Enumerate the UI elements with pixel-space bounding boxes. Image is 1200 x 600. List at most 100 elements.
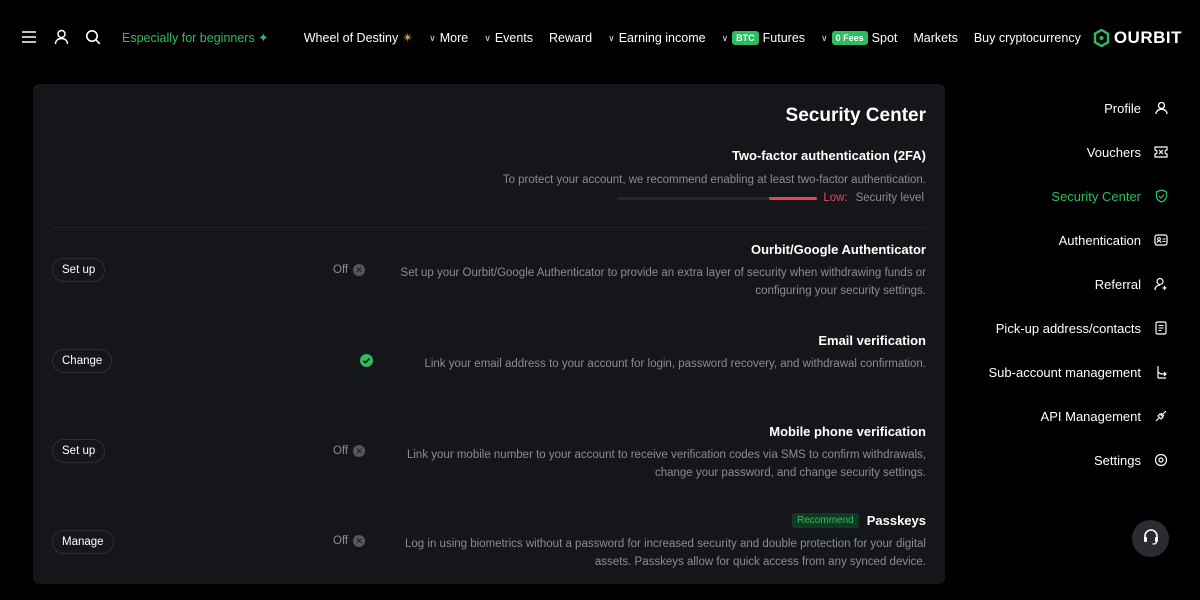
sidebar-item-pickup-address[interactable]: Pick-up address/contacts <box>968 306 1168 350</box>
nav-earning-income[interactable]: ∨ Earning income <box>608 31 705 45</box>
sidebar-item-label: Security Center <box>1051 188 1141 204</box>
status-text: Off <box>333 445 349 457</box>
nav-markets[interactable]: Markets <box>913 31 957 45</box>
sidebar-item-label: Referral <box>1094 276 1141 292</box>
security-row-passkeys: Manage Off ✕ Recommend Passkeys Log in u… <box>33 513 945 584</box>
email-title: Email verification <box>818 333 926 348</box>
nav-buy-crypto[interactable]: Buy cryptocurrency <box>974 31 1081 45</box>
nav-reward[interactable]: Reward <box>549 31 592 45</box>
sidebar-item-authentication[interactable]: Authentication <box>968 218 1168 262</box>
authenticator-info: Ourbit/Google Authenticator Set up your … <box>396 242 926 300</box>
nav-wheel-label: Wheel of Destiny <box>303 31 399 45</box>
sub-account-icon <box>1154 365 1168 379</box>
passkeys-manage-button[interactable]: Manage <box>52 530 114 554</box>
chevron-down-icon: ∨ <box>429 32 436 43</box>
security-level: Low: Security level <box>617 192 924 204</box>
email-change-button[interactable]: Change <box>52 349 113 373</box>
nav-events-label: Events <box>494 31 534 45</box>
customer-support-button[interactable] <box>1132 520 1169 557</box>
email-status <box>333 354 373 367</box>
off-x-icon: ✕ <box>353 535 366 547</box>
phone-info: Mobile phone verification Link your mobi… <box>396 424 926 482</box>
sidebar-item-settings[interactable]: Settings <box>968 438 1168 482</box>
security-level-fill <box>769 196 818 200</box>
chevron-down-icon: ∨ <box>721 32 729 43</box>
off-x-icon: ✕ <box>353 445 366 457</box>
sidebar-item-label: API Management <box>1040 408 1141 424</box>
nav-earning-label: Earning income <box>618 31 706 45</box>
phone-description: Link your mobile number to your account … <box>406 449 926 479</box>
nav-spot-label: Spot <box>871 31 898 45</box>
beginners-link[interactable]: Especially for beginners ✦ <box>122 30 269 45</box>
sidebar-item-vouchers[interactable]: Vouchers <box>968 130 1168 174</box>
sidebar-item-label: Sub-account management <box>988 364 1141 380</box>
chevron-down-icon: ∨ <box>608 32 615 43</box>
sidebar-item-sub-account[interactable]: Sub-account management <box>968 350 1168 394</box>
recommend-badge: Recommend <box>792 513 859 528</box>
nav-spot[interactable]: ∨ 0 Fees Spot <box>821 31 897 45</box>
sidebar-item-label: Profile <box>1104 100 1141 116</box>
nav-markets-label: Markets <box>913 31 958 45</box>
user-icon[interactable] <box>52 27 70 47</box>
sidebar-item-profile[interactable]: Profile <box>968 86 1168 130</box>
sparkle-icon: ✴ <box>402 30 414 45</box>
referral-icon <box>1154 277 1168 291</box>
shield-icon <box>1154 189 1168 203</box>
settings-icon <box>1154 453 1168 467</box>
search-icon[interactable] <box>84 27 102 47</box>
nav-futures-label: Futures <box>762 31 806 45</box>
top-navigation: Especially for beginners ✦ Wheel of Dest… <box>0 0 1200 76</box>
security-level-bar <box>617 196 818 200</box>
check-icon <box>360 354 373 367</box>
logo-text: OURBIT <box>1113 28 1182 47</box>
user-icon <box>1154 101 1168 115</box>
twofa-description: To protect your account, we recommend en… <box>502 174 926 186</box>
nav-events[interactable]: ∨ Events <box>484 31 533 45</box>
passkeys-status: Off ✕ <box>333 535 366 547</box>
authenticator-title: Ourbit/Google Authenticator <box>750 242 926 257</box>
sidebar-item-api-management[interactable]: API Management <box>968 394 1168 438</box>
nav-right-group: Wheel of Destiny ✴ ∨ More ∨ Events Rewar… <box>288 24 1182 52</box>
sidebar-item-label: Pick-up address/contacts <box>995 320 1141 336</box>
phone-status: Off ✕ <box>333 445 366 457</box>
authenticator-setup-button[interactable]: Set up <box>52 258 106 282</box>
spot-badge: 0 Fees <box>831 31 868 45</box>
nav-wheel-of-destiny[interactable]: Wheel of Destiny ✴ <box>304 30 413 46</box>
nav-more[interactable]: ∨ More <box>429 31 468 45</box>
sidebar-item-security-center[interactable]: Security Center <box>968 174 1168 218</box>
page-title: Security Center <box>785 105 926 126</box>
passkeys-heading: Recommend Passkeys <box>396 513 926 528</box>
logo-mark-icon <box>1093 29 1110 47</box>
futures-badge: BTC <box>732 31 759 45</box>
nav-reward-label: Reward <box>549 31 593 45</box>
off-x-icon: ✕ <box>353 264 366 276</box>
nav-more-label: More <box>439 31 469 45</box>
email-description: Link your email address to your account … <box>424 358 926 370</box>
address-book-icon <box>1154 321 1168 335</box>
nav-buy-label: Buy cryptocurrency <box>973 31 1081 45</box>
passkeys-info: Recommend Passkeys Log in using biometri… <box>396 513 926 571</box>
authenticator-status: Off ✕ <box>333 264 366 276</box>
ourbit-logo[interactable]: OURBIT <box>1093 28 1182 48</box>
status-text: Off <box>333 535 349 547</box>
sidebar-item-label: Vouchers <box>1086 144 1141 160</box>
passkeys-description: Log in using biometrics without a passwo… <box>405 538 926 568</box>
account-sidebar: Profile Vouchers Security Center Authent… <box>968 86 1168 482</box>
chevron-down-icon: ∨ <box>484 32 491 43</box>
menu-icon[interactable] <box>20 27 38 47</box>
sidebar-item-label: Authentication <box>1058 232 1141 248</box>
security-row-email: Change Email verification Link your emai… <box>33 333 945 423</box>
security-level-label: Security level <box>855 192 924 204</box>
email-info: Email verification Link your email addre… <box>396 333 926 373</box>
chevron-down-icon: ∨ <box>821 32 828 43</box>
security-row-phone: Set up Off ✕ Mobile phone verification L… <box>33 424 945 514</box>
divider <box>52 227 926 228</box>
status-text: Off <box>333 264 349 276</box>
authenticator-description: Set up your Ourbit/Google Authenticator … <box>400 267 926 297</box>
passkeys-title: Passkeys <box>866 513 926 528</box>
security-row-authenticator: Set up Off ✕ Ourbit/Google Authenticator… <box>33 242 945 332</box>
nav-futures[interactable]: ∨ BTC Futures <box>722 31 805 45</box>
nav-left-group: Especially for beginners ✦ <box>20 27 269 47</box>
sidebar-item-referral[interactable]: Referral <box>968 262 1168 306</box>
phone-setup-button[interactable]: Set up <box>52 439 106 463</box>
